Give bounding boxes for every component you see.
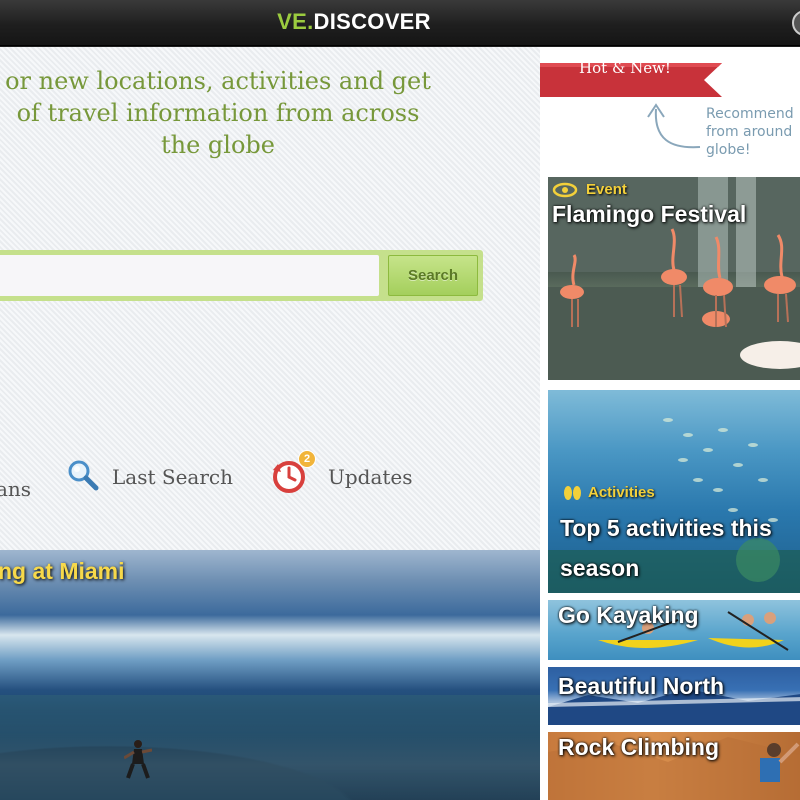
card-title-flamingo: Flamingo Festival [552,201,747,227]
brand-prefix: VE. [277,9,314,34]
nav-updates-label: Updates [328,465,413,489]
recommend-line-1: Recommend [706,106,794,122]
eye-icon [552,182,578,197]
card-title-top-activities-line-2: season [560,555,640,581]
nav-plans-label: ans [0,477,32,501]
card-top-activities[interactable]: Activities Top 5 activities this season [548,390,800,593]
card-tag-activities: Activities [562,484,655,501]
card-rock-climbing[interactable]: Rock Climbing [548,732,800,800]
flip-flops-icon [564,485,581,500]
top-bar: VE.DISCOVER [0,0,800,46]
card-title-north: Beautiful North [558,673,725,699]
tagline-line-2: of travel information from across [16,99,420,127]
nav-updates[interactable]: 2 Updates [270,450,413,498]
card-title-top-activities-line-1: Top 5 activities this [560,515,772,541]
card-flamingo-festival[interactable]: Event Flamingo Festival [548,177,800,380]
surfer-figure [124,740,152,779]
card-tag-event: Event [552,181,627,198]
tagline-line-1: or new locations, activities and get [5,67,431,95]
sidebar: Hot & New! Recommend from around globe! [540,47,800,800]
main-panel: or new locations, activities and get of … [0,47,540,800]
recommend-note: Recommend from around globe! [706,105,800,159]
clock-refresh-icon: 2 [270,450,316,498]
app-logo: VE.DISCOVER [0,9,708,35]
nav-last-search-label: Last Search [112,465,233,489]
card-title-top-activities: Top 5 activities this season [560,508,772,588]
magnifier-icon [66,458,100,496]
ribbon-label: Hot & New! [579,59,671,77]
brand-suffix: DISCOVER [313,9,431,34]
card-go-kayaking[interactable]: Go Kayaking [548,600,800,660]
card-beautiful-north[interactable]: Beautiful North [548,667,800,725]
featured-title: ng at Miami [0,558,125,584]
card-tag-event-label: Event [586,181,627,198]
card-title-climbing: Rock Climbing [558,734,720,760]
tagline-line-3: the globe [161,131,275,159]
search-bar: Search [0,250,483,301]
search-button[interactable]: Search [388,255,478,296]
wave-graphic [0,695,540,800]
recommend-line-2: from around [706,124,793,140]
recommend-line-3: globe! [706,142,751,158]
nav-last-search[interactable]: Last Search [66,457,233,497]
card-tag-activities-label: Activities [588,484,655,501]
curved-arrow-icon [647,103,701,149]
card-title-kayaking: Go Kayaking [558,602,699,628]
tagline: or new locations, activities and get of … [0,65,442,161]
avatar[interactable] [792,10,800,36]
updates-badge: 2 [298,450,316,468]
search-input[interactable] [0,255,379,296]
featured-surfing-image[interactable]: ng at Miami [0,550,540,800]
nav-plans[interactable]: ans [0,469,31,509]
